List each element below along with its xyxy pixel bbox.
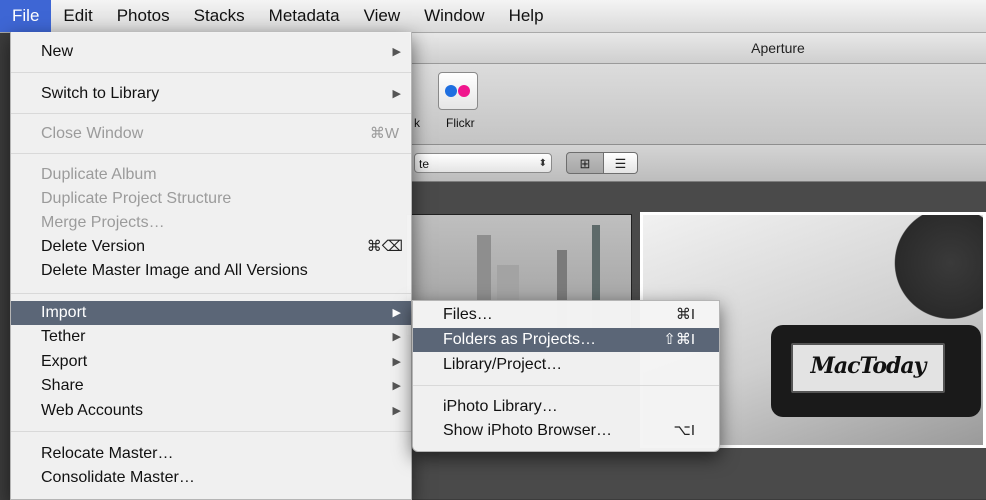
menu-view[interactable]: View [352,0,413,32]
menu-item-shortcut: ⌘I [675,306,695,323]
menu-file[interactable]: File [0,0,52,32]
submenu-arrow-icon: ▶ [392,405,401,417]
import-submenu: Files… ⌘I Folders as Projects… ⇧⌘I Libra… [412,300,720,452]
menu-item-label: Merge Projects… [41,214,165,231]
menu-help[interactable]: Help [497,0,556,32]
window-title: Aperture [751,40,805,56]
grid-icon: ⊞ [579,156,591,171]
sort-select-value: te [419,157,430,171]
menu-separator [11,153,411,154]
menu-item-import[interactable]: Import ▶ [11,301,411,325]
flickr-label: Flickr [446,116,475,130]
menu-item-label: Delete Master Image and All Versions [41,262,308,279]
menu-item-duplicate-project-structure[interactable]: Duplicate Project Structure [11,187,411,211]
menu-separator [11,293,411,294]
menu-item-shortcut: ⇧⌘I [663,331,695,348]
menu-item-new[interactable]: New ▶ [11,40,411,64]
menu-item-label: Web Accounts [41,402,143,419]
menu-item-label: Close Window [41,125,144,142]
menu-item-label: Show iPhoto Browser… [443,422,612,439]
submenu-arrow-icon: ▶ [392,88,401,100]
window-title-bar: Aperture [410,33,986,64]
menu-item-label: Duplicate Project Structure [41,190,232,207]
submenu-arrow-icon: ▶ [392,46,401,58]
flickr-blue-dot-icon [445,85,457,97]
flickr-pink-dot-icon [458,85,470,97]
menu-item-label: Folders as Projects… [443,331,596,348]
list-view-button[interactable]: ☰ [604,152,638,174]
menu-separator [11,431,411,432]
menu-item-delete-version[interactable]: Delete Version ⌘⌫ [11,235,411,259]
toolbar-partial-label: k [414,116,420,130]
menu-separator [11,72,411,73]
menu-item-web-accounts[interactable]: Web Accounts ▶ [11,399,411,423]
menu-item-label: Export [41,353,88,370]
select-arrows-icon: ⬍ [538,158,547,169]
list-icon: ☰ [614,156,627,171]
menu-photos[interactable]: Photos [105,0,182,32]
menu-window[interactable]: Window [412,0,496,32]
menu-item-shortcut: ⌥I [673,422,695,439]
toolbar [410,64,986,145]
submenu-arrow-icon: ▶ [392,331,401,343]
menu-item-share[interactable]: Share ▶ [11,374,411,398]
flickr-button[interactable] [438,72,478,110]
menu-item-close-window[interactable]: Close Window ⌘W [11,122,411,146]
menu-edit[interactable]: Edit [51,0,104,32]
submenu-item-iphoto-library[interactable]: iPhoto Library… [413,395,719,419]
menu-item-consolidate-master[interactable]: Consolidate Master… [11,466,411,490]
menu-item-label: Consolidate Master… [41,469,195,486]
grid-view-button[interactable]: ⊞ [566,152,604,174]
menu-item-label: Share [41,377,84,394]
menu-item-delete-master[interactable]: Delete Master Image and All Versions [11,259,411,283]
submenu-item-library-project[interactable]: Library/Project… [413,353,719,377]
menu-item-shortcut: ⌘⌫ [366,238,403,255]
menu-item-label: Import [41,304,87,321]
menu-item-switch-to-library[interactable]: Switch to Library ▶ [11,82,411,106]
submenu-item-show-iphoto-browser[interactable]: Show iPhoto Browser… ⌥I [413,419,719,443]
menu-item-label: Library/Project… [443,356,563,373]
menu-stacks[interactable]: Stacks [182,0,257,32]
menu-item-label: Switch to Library [41,85,160,102]
menu-item-duplicate-album[interactable]: Duplicate Album [11,163,411,187]
menu-item-export[interactable]: Export ▶ [11,350,411,374]
menu-metadata[interactable]: Metadata [257,0,352,32]
menu-item-label: Tether [41,328,86,345]
submenu-arrow-icon: ▶ [392,307,401,319]
menu-item-label: iPhoto Library… [443,398,558,415]
menu-item-label: Delete Version [41,238,146,255]
menu-item-label: New [41,43,74,60]
submenu-item-folders-as-projects[interactable]: Folders as Projects… ⇧⌘I [413,328,719,352]
sort-select[interactable]: te ⬍ [414,153,552,173]
menu-separator [413,385,719,386]
menu-item-shortcut: ⌘W [369,125,399,142]
menu-separator [11,113,411,114]
submenu-arrow-icon: ▶ [392,356,401,368]
phone-screen: MacToday [791,343,945,393]
phone-image: MacToday [771,325,981,417]
person-silhouette [893,215,983,335]
mactoday-logo: MacToday [810,353,927,379]
menu-item-relocate-master[interactable]: Relocate Master… [11,442,411,466]
submenu-item-files[interactable]: Files… ⌘I [413,303,719,327]
menu-item-merge-projects[interactable]: Merge Projects… [11,211,411,235]
menu-item-label: Duplicate Album [41,166,157,183]
menu-bar: File Edit Photos Stacks Metadata View Wi… [0,0,986,33]
menu-item-tether[interactable]: Tether ▶ [11,325,411,349]
file-menu: New ▶ Switch to Library ▶ Close Window ⌘… [10,32,412,500]
submenu-arrow-icon: ▶ [392,380,401,392]
menu-item-label: Relocate Master… [41,445,174,462]
menu-item-label: Files… [443,306,493,323]
